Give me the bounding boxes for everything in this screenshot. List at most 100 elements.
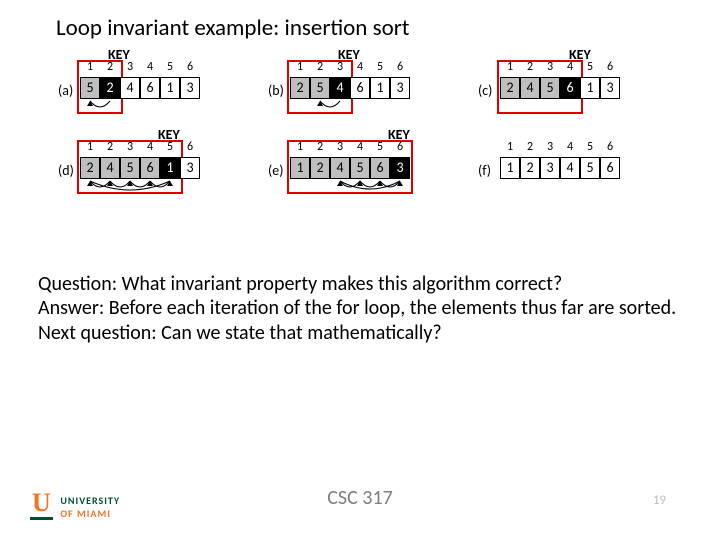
panel-label: (f) [478,162,491,179]
index-label: 3 [120,60,140,74]
index-label: 2 [520,60,540,74]
array-cell: 6 [560,77,580,99]
index-label: 3 [330,140,350,154]
index-label: 1 [290,60,310,74]
panel-label: (b) [268,82,284,99]
index-label: 1 [500,140,520,154]
index-label: 6 [180,60,200,74]
index-label: 6 [600,140,620,154]
panel-c: (c)123456245613 [500,60,620,120]
array-cell: 4 [520,77,540,99]
index-label: 4 [140,60,160,74]
array-cell: 6 [140,77,160,99]
array-cell: 4 [330,157,350,179]
array-cell: 5 [120,157,140,179]
array-cell: 6 [370,157,390,179]
index-label: 4 [140,140,160,154]
index-label: 5 [370,60,390,74]
array-cell: 6 [350,77,370,99]
array-cell: 3 [600,77,620,99]
index-label: 2 [520,140,540,154]
array-cell: 1 [580,77,600,99]
index-label: 5 [580,60,600,74]
index-label: 1 [290,140,310,154]
array-cell: 2 [100,77,120,99]
slide-title: Loop invariant example: insertion sort [56,14,409,42]
next-question-text: Next question: Can we state that mathema… [38,321,442,345]
index-label: 5 [370,140,390,154]
panel-label: (e) [268,162,283,179]
index-label: 6 [600,60,620,74]
panel-label: (c) [478,82,492,99]
array-cell: 2 [520,157,540,179]
array-cell: 1 [500,157,520,179]
array-row: 254613 [290,77,410,99]
array-row: 124563 [290,157,410,179]
index-label: 3 [540,140,560,154]
panel-a: (a)123456524613 [80,60,200,120]
array-row: 245613 [80,157,200,179]
array-cell: 1 [290,157,310,179]
index-label: 1 [80,60,100,74]
question-text: Question: What invariant property makes … [38,272,562,296]
logo-line2: OF MIAMI [60,507,120,520]
index-label: 2 [310,60,330,74]
panel-label: (a) [58,82,73,99]
panel-d: (d)123456245613 [80,140,200,200]
array-cell: 5 [540,77,560,99]
index-label: 2 [100,140,120,154]
array-cell: 5 [580,157,600,179]
array-cell: 6 [600,157,620,179]
array-cell: 5 [350,157,370,179]
array-row: 123456 [500,157,620,179]
array-cell: 4 [330,77,350,99]
page-number: 19 [653,493,666,508]
array-cell: 5 [80,77,100,99]
array-cell: 3 [180,77,200,99]
logo-line1: UNIVERSITY [60,494,120,507]
array-cell: 2 [500,77,520,99]
index-label: 4 [350,60,370,74]
index-label: 5 [160,140,180,154]
panel-b: (b)123456254613 [290,60,410,120]
index-label: 6 [390,140,410,154]
array-cell: 3 [540,157,560,179]
array-cell: 2 [310,157,330,179]
array-cell: 6 [140,157,160,179]
panel-e: (e)123456124563 [290,140,410,200]
index-label: 5 [160,60,180,74]
array-cell: 4 [120,77,140,99]
array-cell: 3 [180,157,200,179]
panel-label: (d) [58,162,74,179]
array-cell: 2 [290,77,310,99]
logo-u-icon: U [30,488,53,520]
array-cell: 4 [100,157,120,179]
answer-text: Answer: Before each iteration of the for… [38,296,676,320]
panel-f: (f)123456123456 [500,140,620,200]
array-row: 524613 [80,77,200,99]
body-text: Question: What invariant property makes … [38,272,688,345]
index-label: 6 [390,60,410,74]
index-label: 4 [350,140,370,154]
array-cell: 2 [80,157,100,179]
array-cell: 3 [390,157,410,179]
index-label: 3 [330,60,350,74]
university-logo: U UNIVERSITY OF MIAMI [30,488,120,520]
array-cell: 1 [160,77,180,99]
index-label: 4 [560,60,580,74]
index-label: 2 [100,60,120,74]
index-label: 6 [180,140,200,154]
index-label: 1 [500,60,520,74]
index-label: 2 [310,140,330,154]
index-label: 1 [80,140,100,154]
array-cell: 5 [310,77,330,99]
array-cell: 1 [160,157,180,179]
index-label: 3 [540,60,560,74]
array-row: 245613 [500,77,620,99]
array-cell: 3 [390,77,410,99]
index-label: 5 [580,140,600,154]
index-label: 4 [560,140,580,154]
index-label: 3 [120,140,140,154]
array-cell: 1 [370,77,390,99]
array-cell: 4 [560,157,580,179]
